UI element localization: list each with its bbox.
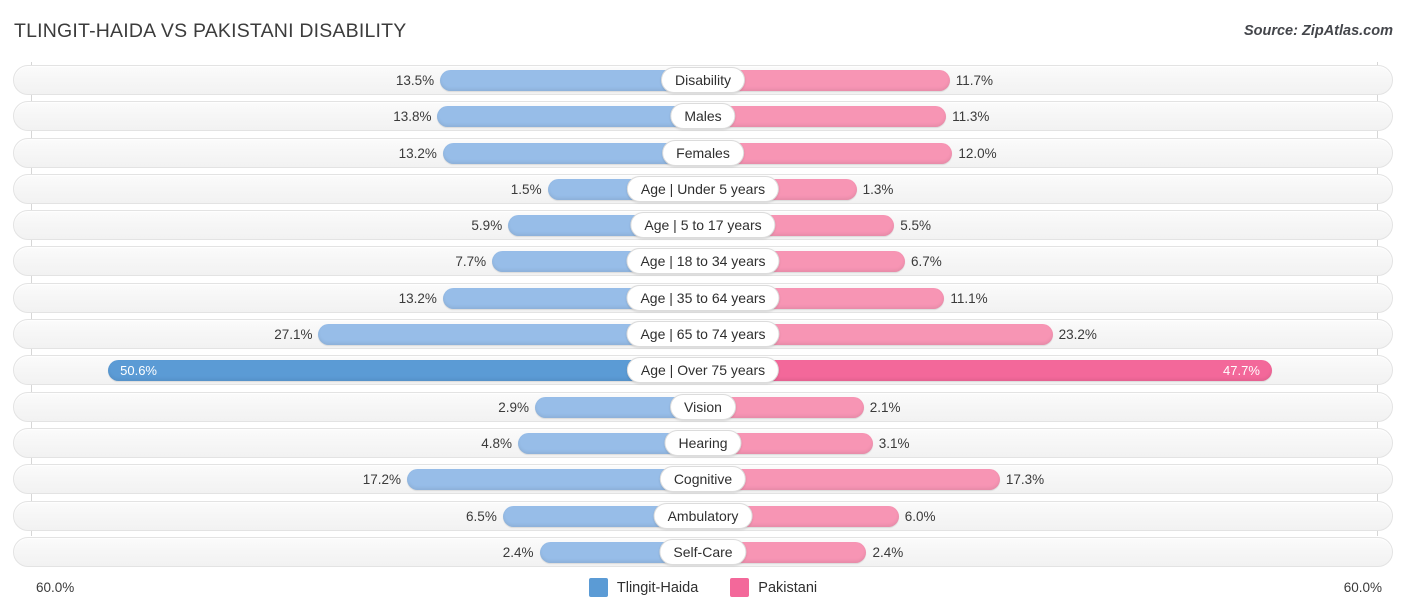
legend-item[interactable]: Tlingit-Haida — [588, 578, 699, 597]
value-label-left: 1.5% — [510, 181, 542, 197]
value-label-left: 2.9% — [498, 399, 530, 415]
category-label-pill[interactable]: Cognitive — [659, 466, 747, 493]
value-label-left: 50.6% — [120, 363, 157, 379]
category-label-pill[interactable]: Hearing — [664, 429, 742, 456]
table-row[interactable]: 13.2% 12.0% Females — [0, 137, 1406, 168]
chart-legend: Tlingit-Haida Pakistani — [0, 578, 1406, 597]
table-row[interactable]: 27.1% 23.2% Age | 65 to 74 years — [0, 319, 1406, 350]
value-label-right: 23.2% — [1058, 327, 1097, 343]
value-label-left: 2.4% — [502, 544, 534, 560]
value-label-left: 7.7% — [455, 254, 487, 270]
category-label-pill[interactable]: Age | 5 to 17 years — [630, 212, 776, 239]
value-label-right: 6.0% — [904, 508, 936, 524]
table-row[interactable]: 13.2% 11.1% Age | 35 to 64 years — [0, 282, 1406, 313]
table-row[interactable]: 13.8% 11.3% Males — [0, 101, 1406, 132]
table-row[interactable]: 2.4% 2.4% Self-Care — [0, 536, 1406, 567]
value-label-right: 11.7% — [955, 73, 993, 88]
page-title: TLINGIT-HAIDA VS PAKISTANI DISABILITY — [14, 20, 407, 42]
chart-footer: 60.0% 60.0% Tlingit-Haida Pakistani — [0, 574, 1406, 612]
value-label-right: 11.1% — [950, 290, 988, 306]
value-label-right: 11.3% — [952, 109, 990, 125]
value-label-left: 13.2% — [398, 145, 437, 161]
value-label-left: 4.8% — [481, 435, 513, 451]
bar-left-tlingit-haida[interactable] — [407, 469, 703, 491]
bar-left-tlingit-haida[interactable] — [437, 106, 703, 128]
bar-right-pakistani[interactable] — [703, 106, 947, 128]
category-label-pill[interactable]: Ambulatory — [653, 502, 753, 529]
value-label-left: 27.1% — [274, 327, 313, 343]
table-row[interactable]: 2.9% 2.1% Vision — [0, 391, 1406, 422]
legend-swatch-icon — [588, 578, 608, 597]
value-label-right: 3.1% — [878, 435, 910, 451]
table-row[interactable]: 6.5% 6.0% Ambulatory — [0, 500, 1406, 531]
bar-rows: 13.5% 11.7% Disability 13.8% 11.3% Males 13.2%… — [0, 65, 1406, 573]
legend-item[interactable]: Pakistani — [730, 578, 817, 597]
category-label-pill[interactable]: Age | 65 to 74 years — [626, 321, 780, 348]
value-label-left: 17.2% — [362, 472, 402, 488]
value-label-left: 13.2% — [398, 290, 437, 306]
bar-left-tlingit-haida[interactable] — [108, 360, 703, 382]
category-label-pill[interactable]: Males — [670, 103, 736, 130]
value-label-right: 1.3% — [862, 181, 894, 197]
category-label-pill[interactable]: Females — [662, 139, 744, 166]
category-label-pill[interactable]: Age | Over 75 years — [626, 357, 780, 384]
table-row[interactable]: 7.7% 6.7% Age | 18 to 34 years — [0, 246, 1406, 277]
value-label-left: 13.5% — [395, 73, 435, 88]
disability-comparison-chart: TLINGIT-HAIDA VS PAKISTANI DISABILITY So… — [0, 0, 1406, 612]
category-label-pill[interactable]: Disability — [660, 67, 746, 93]
table-row[interactable]: 5.9% 5.5% Age | 5 to 17 years — [0, 210, 1406, 241]
plot-area: 13.5% 11.7% Disability 13.8% 11.3% Males 13.2%… — [0, 62, 1406, 574]
chart-header: TLINGIT-HAIDA VS PAKISTANI DISABILITY So… — [0, 0, 1406, 62]
value-label-left: 13.8% — [393, 109, 432, 125]
category-label-pill[interactable]: Vision — [670, 393, 736, 420]
legend-swatch-icon — [730, 578, 750, 597]
table-row[interactable]: 13.5% 11.7% Disability — [0, 65, 1406, 95]
value-label-right: 47.7% — [1223, 363, 1260, 379]
value-label-right: 12.0% — [958, 145, 997, 161]
value-label-right: 2.1% — [869, 399, 901, 415]
value-label-left: 5.9% — [471, 218, 503, 234]
category-label-pill[interactable]: Age | Under 5 years — [626, 175, 780, 202]
value-label-right: 6.7% — [910, 254, 942, 270]
bar-right-pakistani[interactable] — [703, 469, 1000, 491]
table-row[interactable]: 1.5% 1.3% Age | Under 5 years — [0, 173, 1406, 204]
table-row[interactable]: 50.6% 47.7% Age | Over 75 years — [0, 355, 1406, 386]
legend-label: Tlingit-Haida — [616, 579, 699, 596]
category-label-pill[interactable]: Age | 35 to 64 years — [626, 284, 780, 311]
table-row[interactable]: 4.8% 3.1% Hearing — [0, 427, 1406, 458]
table-row[interactable]: 17.2% 17.3% Cognitive — [0, 464, 1406, 495]
value-label-right: 2.4% — [872, 544, 904, 560]
value-label-left: 6.5% — [466, 508, 497, 524]
legend-label: Pakistani — [758, 579, 818, 596]
category-label-pill[interactable]: Self-Care — [659, 538, 747, 565]
category-label-pill[interactable]: Age | 18 to 34 years — [626, 248, 780, 275]
value-label-right: 5.5% — [900, 218, 931, 234]
source-attribution: Source: ZipAtlas.com — [1243, 23, 1393, 39]
value-label-right: 17.3% — [1005, 472, 1045, 488]
bar-right-pakistani[interactable] — [703, 360, 1272, 382]
